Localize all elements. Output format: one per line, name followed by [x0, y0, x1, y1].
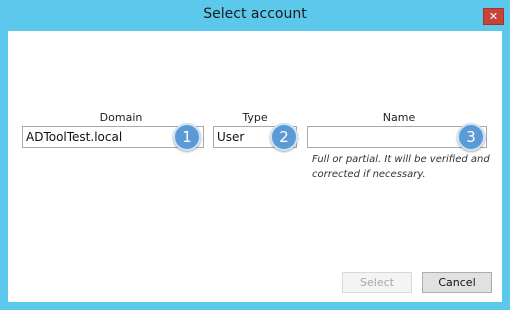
- name-hint-line-2: corrected if necessary.: [312, 169, 426, 180]
- callout-badge-2: 2: [270, 123, 298, 151]
- dialog-window: Select account ✕ Domain ADToolTest.local…: [0, 0, 510, 310]
- type-label: Type: [242, 111, 268, 124]
- dialog-body: Domain ADToolTest.local ▼ 1 Type User ▼ …: [8, 31, 502, 302]
- cancel-button[interactable]: Cancel: [422, 272, 492, 293]
- title-bar[interactable]: Select account ✕: [0, 0, 510, 31]
- dialog-title: Select account: [203, 6, 307, 22]
- close-icon: ✕: [488, 10, 499, 23]
- domain-label: Domain: [99, 111, 143, 124]
- close-button[interactable]: ✕: [483, 8, 504, 25]
- callout-badge-3: 3: [457, 123, 485, 151]
- domain-value: ADToolTest.local: [26, 130, 123, 144]
- select-button[interactable]: Select: [342, 272, 412, 293]
- callout-badge-1: 1: [173, 123, 201, 151]
- name-label: Name: [382, 111, 416, 124]
- name-hint: Full or partial. It will be verified and…: [312, 152, 502, 182]
- name-hint-line-1: Full or partial. It will be verified and: [312, 154, 490, 165]
- type-value: User: [217, 130, 245, 144]
